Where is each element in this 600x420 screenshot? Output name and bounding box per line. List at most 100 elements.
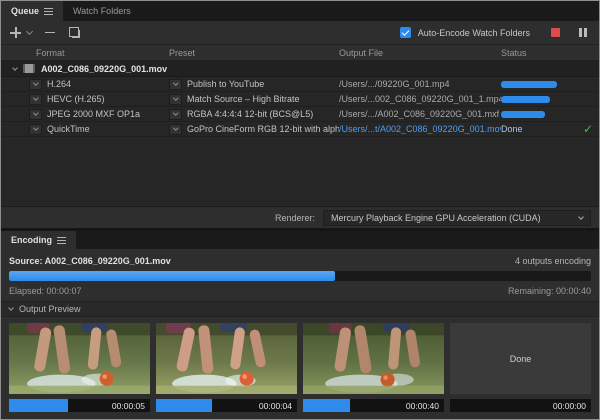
queue-column-headers: Format Preset Output File Status bbox=[1, 45, 599, 61]
preset-label[interactable]: Match Source – High Bitrate bbox=[187, 94, 300, 104]
preset-label[interactable]: GoPro CineForm RGB 12-bit with alpha bbox=[187, 124, 339, 134]
panel-menu-icon[interactable] bbox=[57, 237, 66, 244]
chevron-down-icon bbox=[173, 111, 178, 116]
queue-row[interactable]: QuickTime GoPro CineForm RGB 12-bit with… bbox=[1, 122, 599, 137]
tab-encoding-label: Encoding bbox=[11, 235, 52, 245]
done-label: Done bbox=[510, 354, 532, 364]
output-previews: 00:00:05 bbox=[9, 323, 591, 412]
tab-encoding[interactable]: Encoding bbox=[1, 231, 76, 249]
source-row[interactable]: A002_C086_09220G_001.mov bbox=[1, 61, 599, 77]
chevron-down-icon bbox=[173, 81, 178, 86]
duplicate-icon[interactable] bbox=[72, 30, 80, 38]
preview-progress-bar: 00:00:05 bbox=[9, 399, 150, 412]
tab-watch-folders-label: Watch Folders bbox=[73, 6, 131, 16]
video-frame bbox=[156, 323, 297, 394]
queue-panel: Auto-Encode Watch Folders Format Preset … bbox=[1, 21, 599, 228]
row-progress-bar bbox=[501, 96, 589, 103]
auto-encode-label: Auto-Encode Watch Folders bbox=[418, 28, 530, 38]
preview-timecode: 00:00:04 bbox=[259, 401, 292, 411]
video-frame bbox=[303, 323, 444, 394]
overall-progress-bar bbox=[9, 271, 591, 281]
format-dropdown[interactable] bbox=[29, 109, 42, 120]
format-dropdown[interactable] bbox=[29, 94, 42, 105]
check-icon: ✓ bbox=[583, 123, 593, 135]
media-encoder-window: Queue Watch Folders Auto-Encode Watch Fo… bbox=[0, 0, 600, 420]
queue-toolbar: Auto-Encode Watch Folders bbox=[1, 21, 599, 45]
renderer-value: Mercury Playback Engine GPU Acceleration… bbox=[331, 213, 541, 223]
output-preview-label: Output Preview bbox=[19, 304, 81, 314]
format-label[interactable]: QuickTime bbox=[47, 124, 90, 134]
column-status: Status bbox=[501, 48, 599, 58]
preview-tile: 00:00:05 bbox=[9, 323, 150, 412]
output-file-text[interactable]: /Users/.../09220G_001.mp4 bbox=[339, 79, 450, 89]
preview-timecode: 00:00:00 bbox=[553, 401, 586, 411]
preview-tile: Done 00:00:00 bbox=[450, 323, 591, 412]
chevron-down-icon bbox=[33, 96, 38, 101]
pause-queue-button[interactable] bbox=[579, 28, 587, 37]
add-source-button[interactable] bbox=[10, 27, 21, 38]
chevron-down-icon bbox=[173, 126, 178, 131]
renderer-row: Renderer: Mercury Playback Engine GPU Ac… bbox=[1, 206, 599, 228]
preset-label[interactable]: RGBA 4:4:4:4 12-bit (BCS@L5) bbox=[187, 109, 313, 119]
column-preset: Preset bbox=[169, 48, 339, 58]
video-frame bbox=[9, 323, 150, 394]
column-format: Format bbox=[19, 48, 169, 58]
stop-queue-button[interactable] bbox=[551, 28, 560, 37]
preview-tile: 00:00:04 bbox=[156, 323, 297, 412]
queue-tabstrip: Queue Watch Folders bbox=[1, 1, 599, 21]
remaining-time: Remaining: 00:00:40 bbox=[508, 286, 591, 296]
queue-row[interactable]: JPEG 2000 MXF OP1a RGBA 4:4:4:4 12-bit (… bbox=[1, 107, 599, 122]
row-progress-bar bbox=[501, 81, 589, 88]
outputs-encoding-status: 4 outputs encoding bbox=[515, 256, 591, 266]
format-label[interactable]: H.264 bbox=[47, 79, 71, 89]
format-dropdown[interactable] bbox=[29, 79, 42, 90]
tab-queue-label: Queue bbox=[11, 6, 39, 16]
preview-tile: 00:00:40 bbox=[303, 323, 444, 412]
remove-source-button[interactable] bbox=[45, 32, 55, 34]
preset-dropdown[interactable] bbox=[169, 94, 182, 105]
status-done-label: Done bbox=[501, 124, 523, 134]
preset-dropdown[interactable] bbox=[169, 79, 182, 90]
preset-dropdown[interactable] bbox=[169, 124, 182, 135]
collapse-chevron-icon[interactable] bbox=[12, 65, 18, 71]
encoding-panel: Encoding Source: A002_C086_09220G_001.mo… bbox=[1, 231, 599, 419]
chevron-down-icon bbox=[578, 214, 584, 220]
preview-progress-bar: 00:00:40 bbox=[303, 399, 444, 412]
chevron-down-icon bbox=[173, 96, 178, 101]
row-progress-bar bbox=[501, 111, 589, 118]
output-preview-header[interactable]: Output Preview bbox=[1, 301, 599, 317]
panel-menu-icon[interactable] bbox=[44, 8, 53, 15]
preset-dropdown[interactable] bbox=[169, 109, 182, 120]
done-preview-tile: Done bbox=[450, 323, 591, 394]
preset-label[interactable]: Publish to YouTube bbox=[187, 79, 264, 89]
queue-empty-area bbox=[1, 137, 599, 206]
renderer-select[interactable]: Mercury Playback Engine GPU Acceleration… bbox=[323, 210, 591, 226]
tab-watch-folders[interactable]: Watch Folders bbox=[63, 1, 141, 21]
preview-timecode: 00:00:40 bbox=[406, 401, 439, 411]
add-dropdown-chevron-icon[interactable] bbox=[26, 28, 33, 35]
preview-progress-bar: 00:00:04 bbox=[156, 399, 297, 412]
encoding-tabstrip: Encoding bbox=[1, 231, 599, 249]
chevron-down-icon bbox=[33, 126, 38, 131]
queue-list: A002_C086_09220G_001.mov H.264 Publish t… bbox=[1, 61, 599, 228]
encoding-source-label: Source: A002_C086_09220G_001.mov bbox=[9, 256, 171, 266]
queue-row[interactable]: HEVC (H.265) Match Source – High Bitrate… bbox=[1, 92, 599, 107]
auto-encode-checkbox[interactable] bbox=[400, 27, 411, 38]
elapsed-time: Elapsed: 00:00:07 bbox=[9, 286, 82, 296]
chevron-down-icon bbox=[8, 305, 14, 311]
format-label[interactable]: HEVC (H.265) bbox=[47, 94, 105, 104]
preview-timecode: 00:00:05 bbox=[112, 401, 145, 411]
clip-icon bbox=[23, 64, 35, 73]
output-file-link[interactable]: /Users/...t/A002_C086_09220G_001.mov bbox=[339, 124, 501, 134]
queue-row[interactable]: H.264 Publish to YouTube /Users/.../0922… bbox=[1, 77, 599, 92]
tab-queue[interactable]: Queue bbox=[1, 1, 63, 21]
format-dropdown[interactable] bbox=[29, 124, 42, 135]
output-file-text[interactable]: /Users/.../A002_C086_09220G_001.mxf bbox=[339, 109, 499, 119]
chevron-down-icon bbox=[33, 81, 38, 86]
output-file-text[interactable]: /Users/...002_C086_09220G_001_1.mp4 bbox=[339, 94, 501, 104]
renderer-label: Renderer: bbox=[275, 213, 315, 223]
format-label[interactable]: JPEG 2000 MXF OP1a bbox=[47, 109, 140, 119]
source-name: A002_C086_09220G_001.mov bbox=[41, 64, 167, 74]
preview-progress-bar: 00:00:00 bbox=[450, 399, 591, 412]
column-output: Output File bbox=[339, 48, 501, 58]
